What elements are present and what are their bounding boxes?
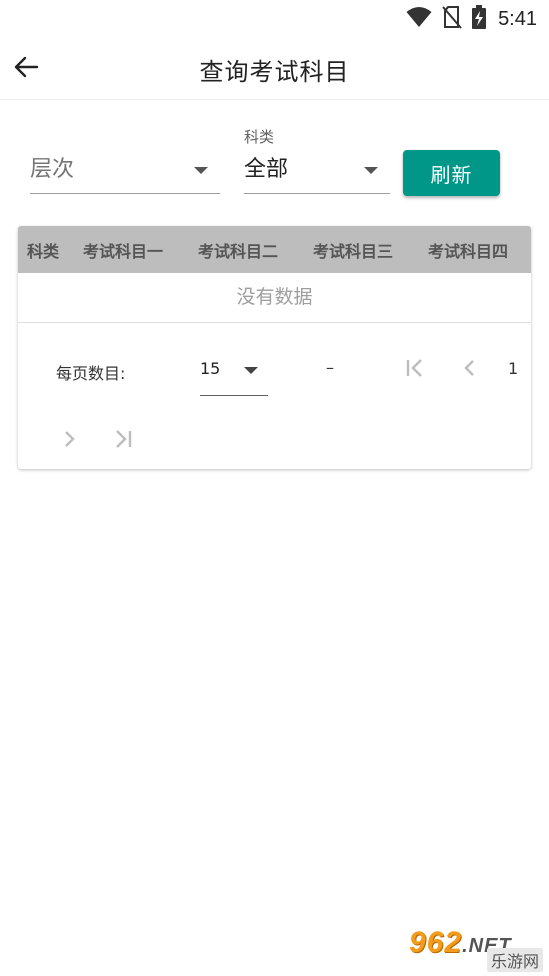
current-page: 1 (508, 359, 519, 378)
subject-select-value: 全部 (244, 157, 289, 182)
subject-select[interactable]: 全部 (244, 148, 390, 194)
dropdown-arrow-icon (364, 167, 378, 174)
filter-bar: 层次 科类 全部 刷新 (0, 118, 549, 208)
column-header-category[interactable]: 科类 (27, 238, 59, 262)
battery-charging-icon (472, 5, 487, 33)
next-page-icon (57, 427, 81, 455)
rows-per-page-select[interactable]: 15 (200, 346, 268, 396)
rows-per-page-value: 15 (200, 359, 221, 378)
dropdown-arrow-icon (194, 167, 208, 174)
watermark-logo: 962.NET 乐游网 (409, 926, 543, 972)
dropdown-arrow-icon (244, 367, 258, 374)
page-range: – (326, 358, 334, 377)
wifi-icon (406, 6, 432, 32)
column-header-subject-1[interactable]: 考试科目一 (83, 238, 163, 262)
first-page-button[interactable] (397, 352, 433, 388)
next-page-button[interactable] (51, 423, 87, 459)
level-select-value: 层次 (30, 157, 75, 182)
prev-page-button[interactable] (452, 352, 488, 388)
refresh-button[interactable]: 刷新 (403, 150, 500, 196)
level-select[interactable]: 层次 (30, 148, 220, 194)
page-title: 查询考试科目 (199, 58, 350, 86)
last-page-button[interactable] (105, 423, 141, 459)
status-icons: 5:41 (406, 5, 537, 33)
status-time: 5:41 (498, 7, 537, 30)
table-header: 科类 考试科目一 考试科目二 考试科目三 考试科目四 (18, 226, 531, 273)
empty-state: 没有数据 (18, 273, 531, 323)
no-sim-icon (442, 5, 462, 33)
prev-page-icon (458, 356, 482, 384)
app-bar: 查询考试科目 (0, 38, 549, 100)
column-header-subject-3[interactable]: 考试科目三 (313, 238, 393, 262)
watermark-site: 乐游网 (486, 948, 543, 972)
subject-select-label: 科类 (244, 128, 275, 146)
status-bar: 5:41 (0, 0, 549, 38)
first-page-icon (403, 356, 427, 384)
rows-per-page-label: 每页数目: (56, 364, 126, 383)
column-header-subject-4[interactable]: 考试科目四 (428, 238, 508, 262)
results-table: 科类 考试科目一 考试科目二 考试科目三 考试科目四 没有数据 每页数目: 15… (18, 226, 531, 469)
last-page-icon (111, 427, 135, 455)
column-header-subject-2[interactable]: 考试科目二 (198, 238, 278, 262)
